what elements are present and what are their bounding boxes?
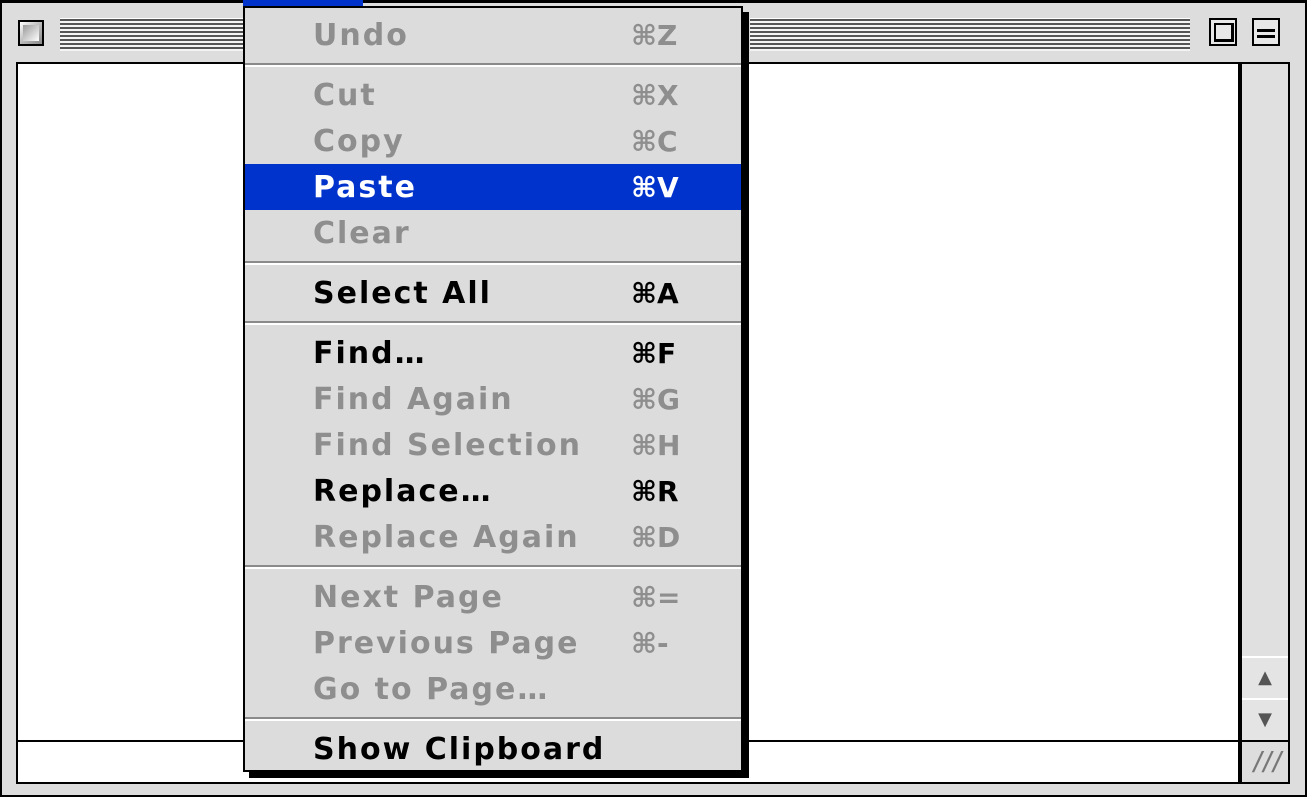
menu-item-label: Undo [313, 17, 409, 53]
menu-separator [245, 560, 741, 574]
menu-item-go-to-page[interactable]: Go to Page… [245, 666, 741, 712]
menu-item-label: Clear [313, 215, 411, 251]
menu-separator [245, 256, 741, 270]
menu-item-find-selection[interactable]: Find Selection ⌘H [245, 422, 741, 468]
menu-item-label: Go to Page… [313, 671, 550, 707]
menu-separator [245, 58, 741, 72]
menu-item-find-again[interactable]: Find Again ⌘G [245, 376, 741, 422]
menu-item-label: Show Clipboard [313, 731, 606, 767]
menu-item-label: Previous Page [313, 625, 580, 661]
menu-item-shortcut: ⌘Z [631, 18, 678, 52]
grow-icon: /// [1250, 747, 1286, 777]
title-bar-stripes-right [750, 18, 1190, 51]
menu-item-find[interactable]: Find… ⌘F [245, 330, 741, 376]
menu-item-paste[interactable]: Paste ⌘V [245, 164, 741, 210]
menu-item-label: Replace… [313, 473, 493, 509]
menu-item-next-page[interactable]: Next Page ⌘= [245, 574, 741, 620]
menu-item-replace-again[interactable]: Replace Again ⌘D [245, 514, 741, 560]
menu-item-shortcut: ⌘V [631, 170, 679, 204]
menu-item-cut[interactable]: Cut ⌘X [245, 72, 741, 118]
menu-item-label: Copy [313, 123, 405, 159]
menu-item-shortcut: ⌘X [631, 78, 679, 112]
menu-item-show-clipboard[interactable]: Show Clipboard [245, 726, 741, 772]
menu-item-clear[interactable]: Clear [245, 210, 741, 256]
menu-item-label: Select All [313, 275, 492, 311]
menu-item-copy[interactable]: Copy ⌘C [245, 118, 741, 164]
menu-separator [245, 712, 741, 726]
menu-item-label: Cut [313, 77, 377, 113]
scroll-up-button[interactable]: ▲ [1242, 656, 1288, 698]
menu-item-label: Replace Again [313, 519, 580, 555]
menu-item-undo[interactable]: Undo ⌘Z [245, 12, 741, 58]
resize-grow-box[interactable]: /// [1240, 740, 1290, 784]
down-arrow-icon: ▼ [1258, 709, 1272, 730]
menu-item-select-all[interactable]: Select All ⌘A [245, 270, 741, 316]
menu-item-label: Find… [313, 335, 427, 371]
menu-item-previous-page[interactable]: Previous Page ⌘- [245, 620, 741, 666]
scroll-down-button[interactable]: ▼ [1242, 698, 1288, 740]
menu-item-label: Find Again [313, 381, 514, 417]
close-box-icon[interactable] [18, 20, 44, 46]
menu-item-shortcut: ⌘H [631, 428, 681, 462]
menu-item-shortcut: ⌘= [631, 580, 681, 614]
title-bar-stripes-left [60, 18, 246, 51]
menu-item-label: Paste [313, 169, 417, 205]
menu-item-label: Next Page [313, 579, 504, 615]
menu-item-shortcut: ⌘R [631, 474, 679, 508]
menu-item-shortcut: ⌘C [631, 124, 678, 158]
menu-item-shortcut: ⌘F [631, 336, 677, 370]
vertical-scrollbar[interactable]: ▲ ▼ [1240, 62, 1290, 740]
menu-item-replace[interactable]: Replace… ⌘R [245, 468, 741, 514]
up-arrow-icon: ▲ [1258, 667, 1272, 688]
menu-separator [245, 316, 741, 330]
zoom-box-icon[interactable] [1209, 18, 1237, 46]
menu-item-shortcut: ⌘A [631, 276, 679, 310]
menu-item-shortcut: ⌘D [631, 520, 681, 554]
edit-menu: Undo ⌘Z Cut ⌘X Copy ⌘C Paste ⌘V Clear Se… [243, 6, 743, 772]
collapse-box-icon[interactable] [1252, 18, 1280, 46]
menu-item-shortcut: ⌘- [631, 626, 669, 660]
menu-item-shortcut: ⌘G [631, 382, 680, 416]
menu-item-label: Find Selection [313, 427, 583, 463]
